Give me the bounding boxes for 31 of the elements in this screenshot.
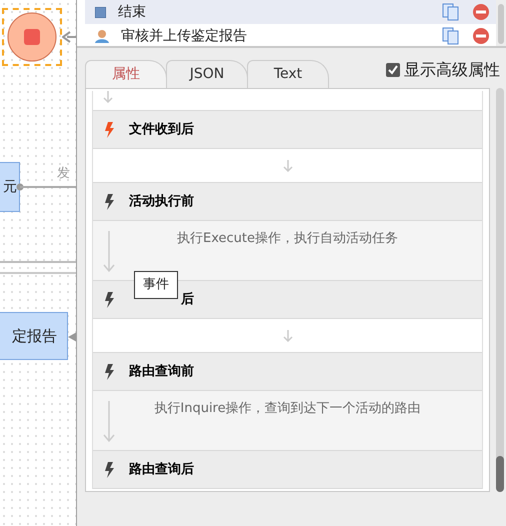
scrollbar-thumb[interactable] — [498, 4, 504, 44]
scrollbar-thumb[interactable] — [496, 456, 504, 492]
event-name[interactable]: 后 — [181, 290, 194, 310]
event-name[interactable]: 路由查询后 — [129, 460, 194, 480]
arrow-icon — [103, 231, 115, 273]
activity-node[interactable]: 定报告 — [0, 312, 68, 360]
activity-name: 审核并上传鉴定报告 — [121, 26, 248, 46]
tab[interactable]: Text — [247, 60, 329, 88]
delete-icon[interactable] — [472, 27, 490, 45]
tab[interactable]: 属性 — [85, 60, 167, 88]
copy-icon[interactable] — [442, 27, 460, 45]
arrow-icon — [282, 330, 292, 342]
step-description: 执行Inquire操作，查询到达下一个活动的路由 — [153, 400, 422, 418]
checkmark-icon — [388, 65, 398, 75]
person-icon — [95, 29, 109, 43]
activity-node[interactable]: 元 — [0, 162, 20, 212]
event-name[interactable]: 路由查询前 — [129, 362, 194, 382]
activity-name: 结束 — [118, 2, 147, 22]
arrow-icon — [282, 160, 292, 172]
tooltip: 事件 — [134, 271, 178, 298]
activity-list-item[interactable]: 结束 — [85, 0, 496, 24]
delete-icon[interactable] — [472, 3, 490, 21]
event-name[interactable]: 活动执行前 — [129, 192, 194, 212]
checkbox[interactable] — [386, 63, 400, 77]
event-name[interactable]: 文件收到后 — [129, 120, 194, 140]
checkbox-label: 显示高级属性 — [404, 59, 500, 81]
copy-icon[interactable] — [442, 3, 460, 21]
edge-label: 发 — [57, 165, 70, 183]
arrow-icon — [103, 401, 115, 443]
step-description: 执行Execute操作，执行自动活动任务 — [176, 230, 399, 248]
advanced-checkbox[interactable]: 显示高级属性 — [386, 58, 500, 82]
